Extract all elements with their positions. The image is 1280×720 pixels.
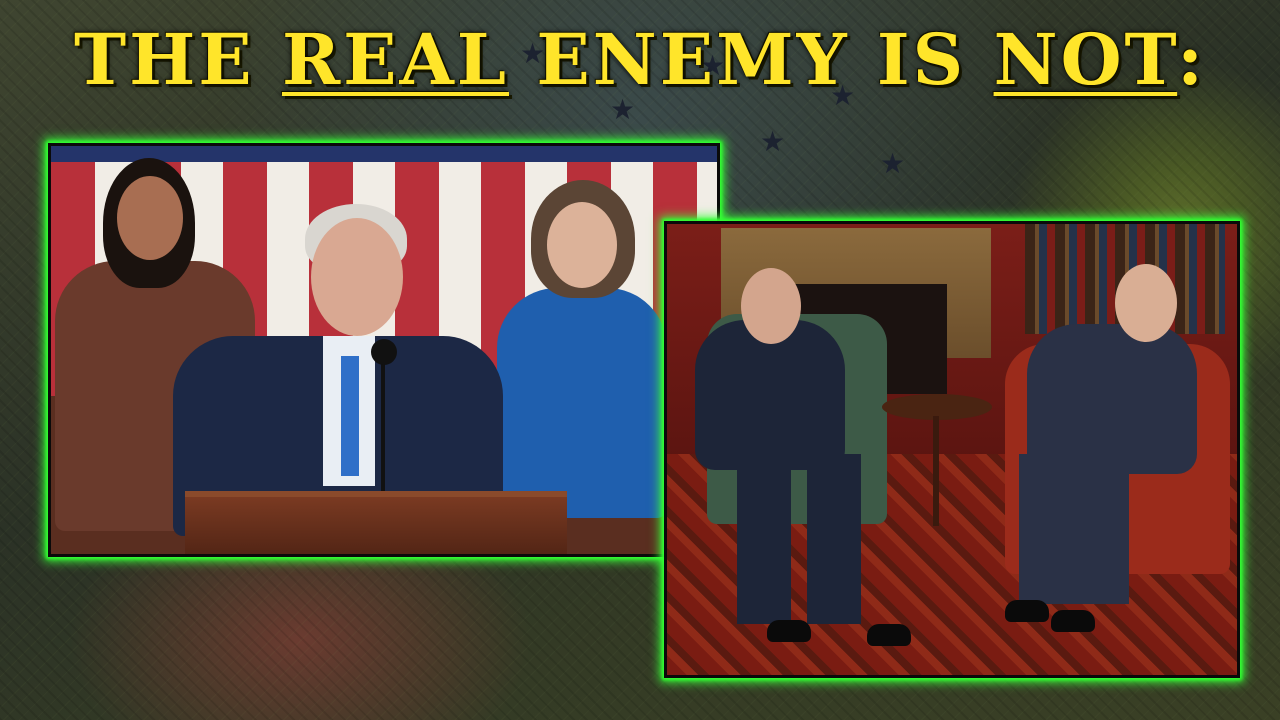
side-table-leg xyxy=(933,416,939,526)
microphone xyxy=(381,351,385,491)
star-icon: ★ xyxy=(880,147,906,180)
headline-prefix: THE xyxy=(74,18,282,101)
headline-underlined-real: REAL xyxy=(281,18,510,101)
star-icon: ★ xyxy=(760,125,786,158)
photo-right-scene xyxy=(667,224,1237,675)
photo-right xyxy=(664,221,1240,678)
microphone-head xyxy=(371,339,397,365)
photo-left-scene xyxy=(51,146,717,554)
headline: THE REAL ENEMY IS NOT: xyxy=(0,18,1280,101)
headline-suffix: : xyxy=(1177,18,1206,101)
photo-left xyxy=(48,143,720,557)
headline-underlined-not: NOT xyxy=(993,18,1178,101)
headline-middle: ENEMY IS xyxy=(509,18,994,101)
podium xyxy=(185,491,567,554)
